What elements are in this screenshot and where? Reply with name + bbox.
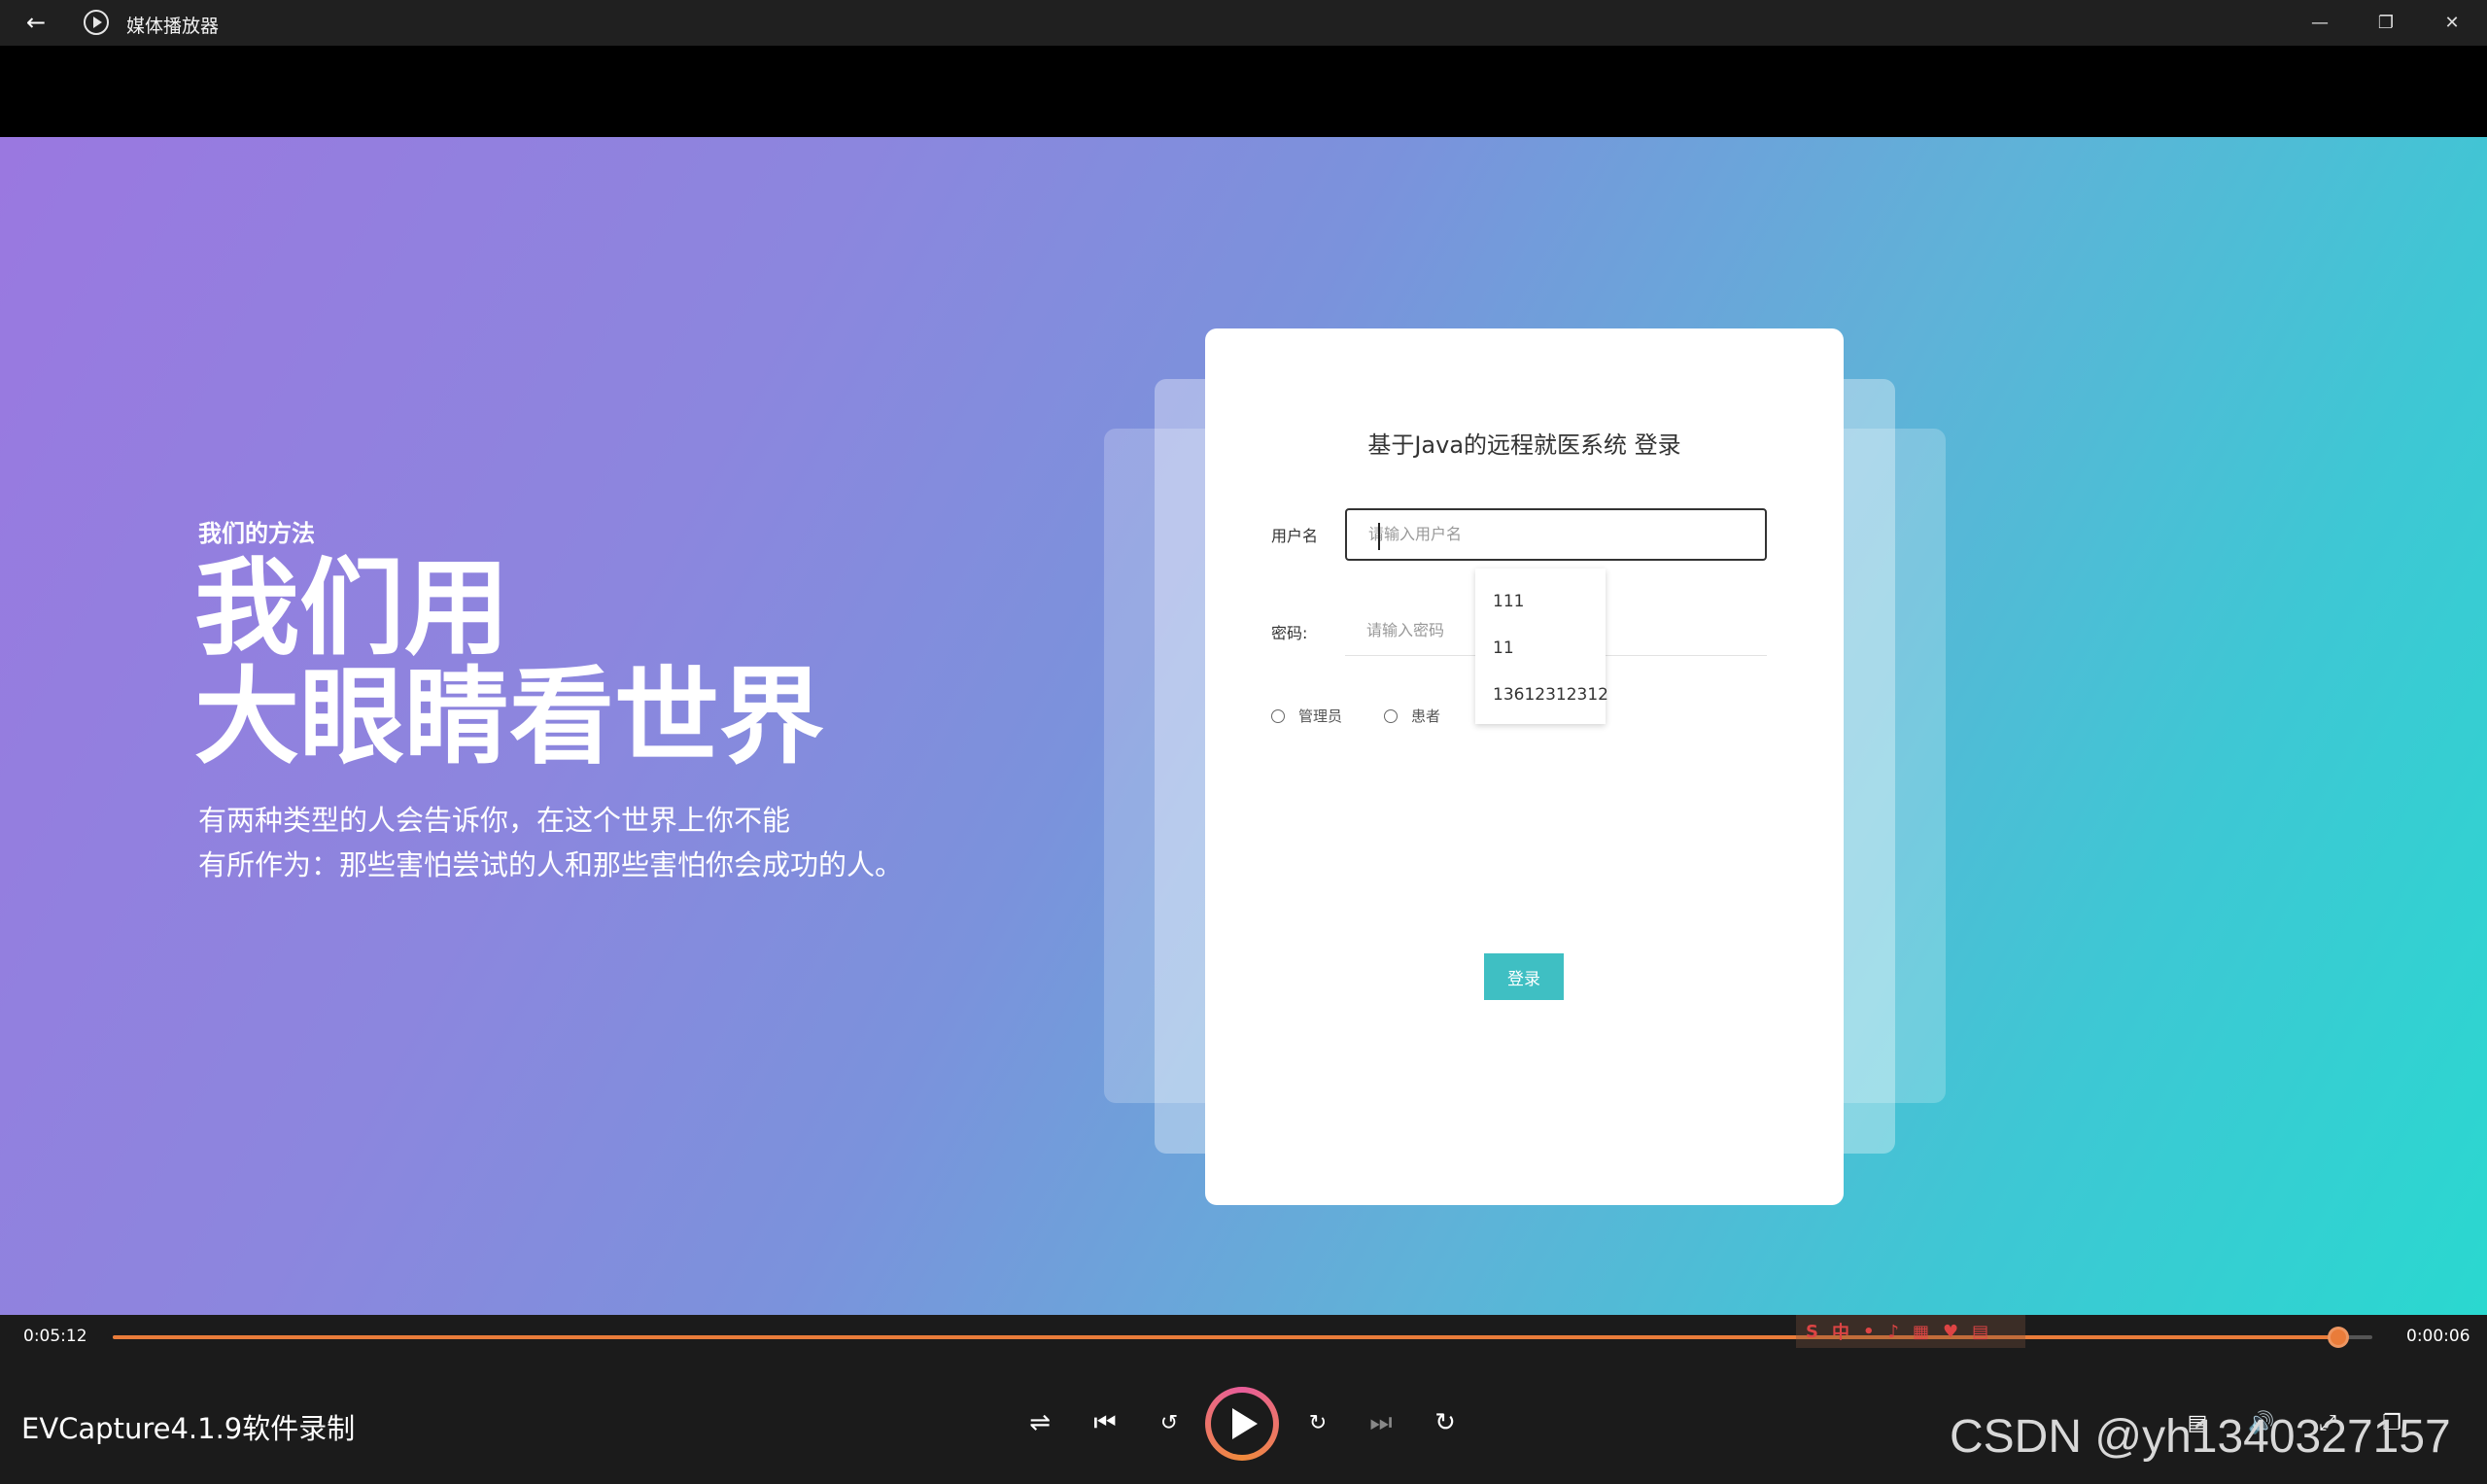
ime-skin-icon: ♥ [1943,1321,1959,1342]
repeat-off-icon[interactable]: ↻ [1421,1398,1469,1447]
radio-circle-icon [1271,708,1285,723]
remaining-time: 0:00:06 [2406,1327,2470,1346]
headline-line-2: 大眼睛看世界 [194,657,825,778]
ime-chinese-icon: 中 [1831,1323,1849,1343]
forward-30-icon[interactable]: ↻ [1294,1398,1342,1447]
ime-grid-icon: ▤ [1972,1321,1989,1342]
autocomplete-item[interactable]: 13612312312 [1493,685,1608,705]
window-title: 媒体播放器 [126,16,220,37]
rewind-10-icon[interactable]: ↺ [1145,1398,1193,1447]
ime-logo-icon: S [1806,1321,1818,1342]
autocomplete-item[interactable]: 11 [1493,638,1514,658]
username-input[interactable]: 请输入用户名 [1345,508,1767,561]
headline-line-1: 我们用 [194,548,510,670]
login-card: 基于Java的远程就医系统 登录 用户名 请输入用户名 密码: 请输入密码 管理… [1205,328,1844,1205]
close-button[interactable]: ✕ [2419,0,2485,46]
playback-controls: EVCapture4.1.9软件录制 ⇌ ⏮ ↺ ↻ ⏭ ↻ ▤ 🔊 ⤢ ❐ C… [0,1358,2487,1484]
play-button[interactable] [1205,1387,1279,1461]
text-cursor [1378,523,1380,550]
eyebrow-text: 我们的方法 [198,520,315,547]
video-frame[interactable]: 我们的方法 我们用 大眼睛看世界 有两种类型的人会告诉你，在这个世界上你不能 有… [0,137,2487,1315]
minimize-button[interactable]: — [2287,0,2353,46]
subheadline: 有两种类型的人会告诉你，在这个世界上你不能 有所作为：那些害怕尝试的人和那些害怕… [198,798,903,887]
ime-toolbar[interactable]: S 中 • ♪ ▦ ♥ ▤ [1796,1315,2025,1348]
seek-bar-row: 0:05:12 S 中 • ♪ ▦ ♥ ▤ 0:00:06 [0,1315,2487,1358]
role-label: 患者 [1411,707,1441,725]
shuffle-icon[interactable]: ⇌ [1016,1398,1064,1447]
csdn-watermark: CSDN @yh1340327157 [1950,1411,2451,1463]
play-icon [1211,1393,1273,1455]
subheadline-line-2: 有所作为：那些害怕尝试的人和那些害怕你会成功的人。 [198,848,904,881]
media-title: EVCapture4.1.9软件录制 [21,1412,356,1445]
username-label: 用户名 [1271,527,1319,545]
subheadline-line-1: 有两种类型的人会告诉你，在这个世界上你不能 [198,804,791,837]
current-time: 0:05:12 [23,1327,87,1346]
autocomplete-item[interactable]: 111 [1493,592,1524,611]
previous-icon[interactable]: ⏮ [1081,1398,1129,1447]
headline: 我们用 大眼睛看世界 [194,555,824,773]
radio-circle-icon [1384,708,1398,723]
ime-keyboard-icon: ▦ [1912,1321,1929,1342]
next-icon[interactable]: ⏭ [1357,1398,1405,1447]
seek-thumb[interactable] [2328,1327,2350,1348]
title-bar: ← 媒体播放器 — ❐ ✕ [0,0,2487,46]
login-button[interactable]: 登录 [1484,953,1564,1000]
ime-punctuation-icon: • [1862,1321,1875,1342]
restore-button[interactable]: ❐ [2353,0,2419,46]
ime-mic-icon: ♪ [1887,1321,1899,1342]
role-radio-patient[interactable]: 患者 [1384,706,1440,726]
login-title: 基于Java的远程就医系统 登录 [1367,431,1681,459]
autocomplete-dropdown: 111 11 13612312312 [1475,569,1608,724]
role-radio-admin[interactable]: 管理员 [1271,706,1342,726]
role-label: 管理员 [1298,707,1343,725]
back-arrow-icon[interactable]: ← [19,6,52,39]
media-player-app-icon [84,10,109,35]
password-label: 密码: [1271,624,1308,642]
